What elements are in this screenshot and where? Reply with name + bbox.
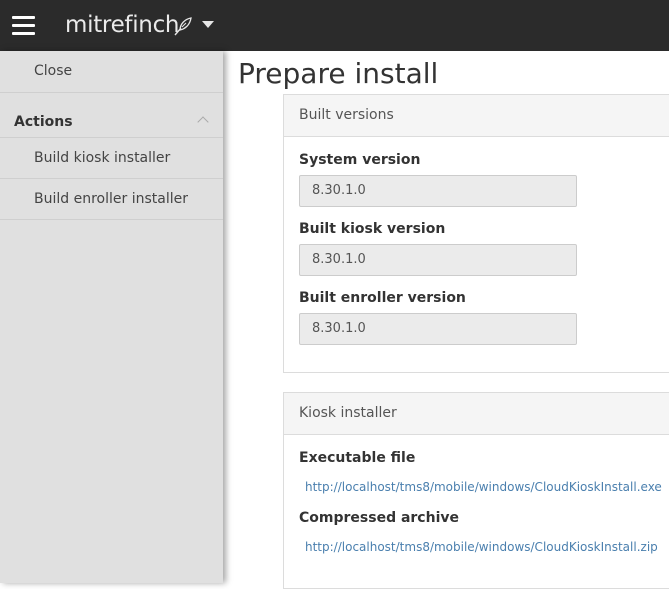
compressed-archive-link[interactable]: http://localhost/tms8/mobile/windows/Clo… <box>305 540 658 554</box>
sidebar-item-build-enroller-installer[interactable]: Build enroller installer <box>0 179 223 220</box>
panel-heading: Kiosk installer <box>284 393 669 435</box>
page-title: Prepare install <box>238 57 439 90</box>
sidebar-item-build-kiosk-installer[interactable]: Build kiosk installer <box>0 138 223 179</box>
sidebar-section-actions[interactable]: Actions <box>0 93 223 138</box>
brand-name: mitrefinch <box>65 12 180 38</box>
kiosk-installer-panel: Kiosk installer Executable file http://l… <box>283 392 669 589</box>
built-kiosk-version-field: 8.30.1.0 <box>299 244 577 276</box>
panel-heading: Built versions <box>284 95 669 137</box>
built-enroller-version-label: Built enroller version <box>299 290 466 306</box>
sidebar: Close Actions Build kiosk installer Buil… <box>0 51 223 583</box>
built-versions-panel: Built versions System version 8.30.1.0 B… <box>283 94 669 373</box>
caret-down-icon[interactable] <box>202 21 214 28</box>
built-kiosk-version-label: Built kiosk version <box>299 221 446 237</box>
compressed-archive-label: Compressed archive <box>299 510 459 526</box>
top-navbar: mitrefinch <box>0 0 669 51</box>
system-version-label: System version <box>299 152 421 168</box>
executable-file-link[interactable]: http://localhost/tms8/mobile/windows/Clo… <box>305 480 662 494</box>
built-enroller-version-field: 8.30.1.0 <box>299 313 577 345</box>
sidebar-section-title: Actions <box>14 114 73 130</box>
executable-file-label: Executable file <box>299 450 416 466</box>
sidebar-close-button[interactable]: Close <box>0 51 223 93</box>
hamburger-menu-icon[interactable] <box>12 16 36 36</box>
chevron-up-icon[interactable] <box>197 116 209 128</box>
feather-icon <box>174 17 192 36</box>
system-version-field: 8.30.1.0 <box>299 175 577 207</box>
